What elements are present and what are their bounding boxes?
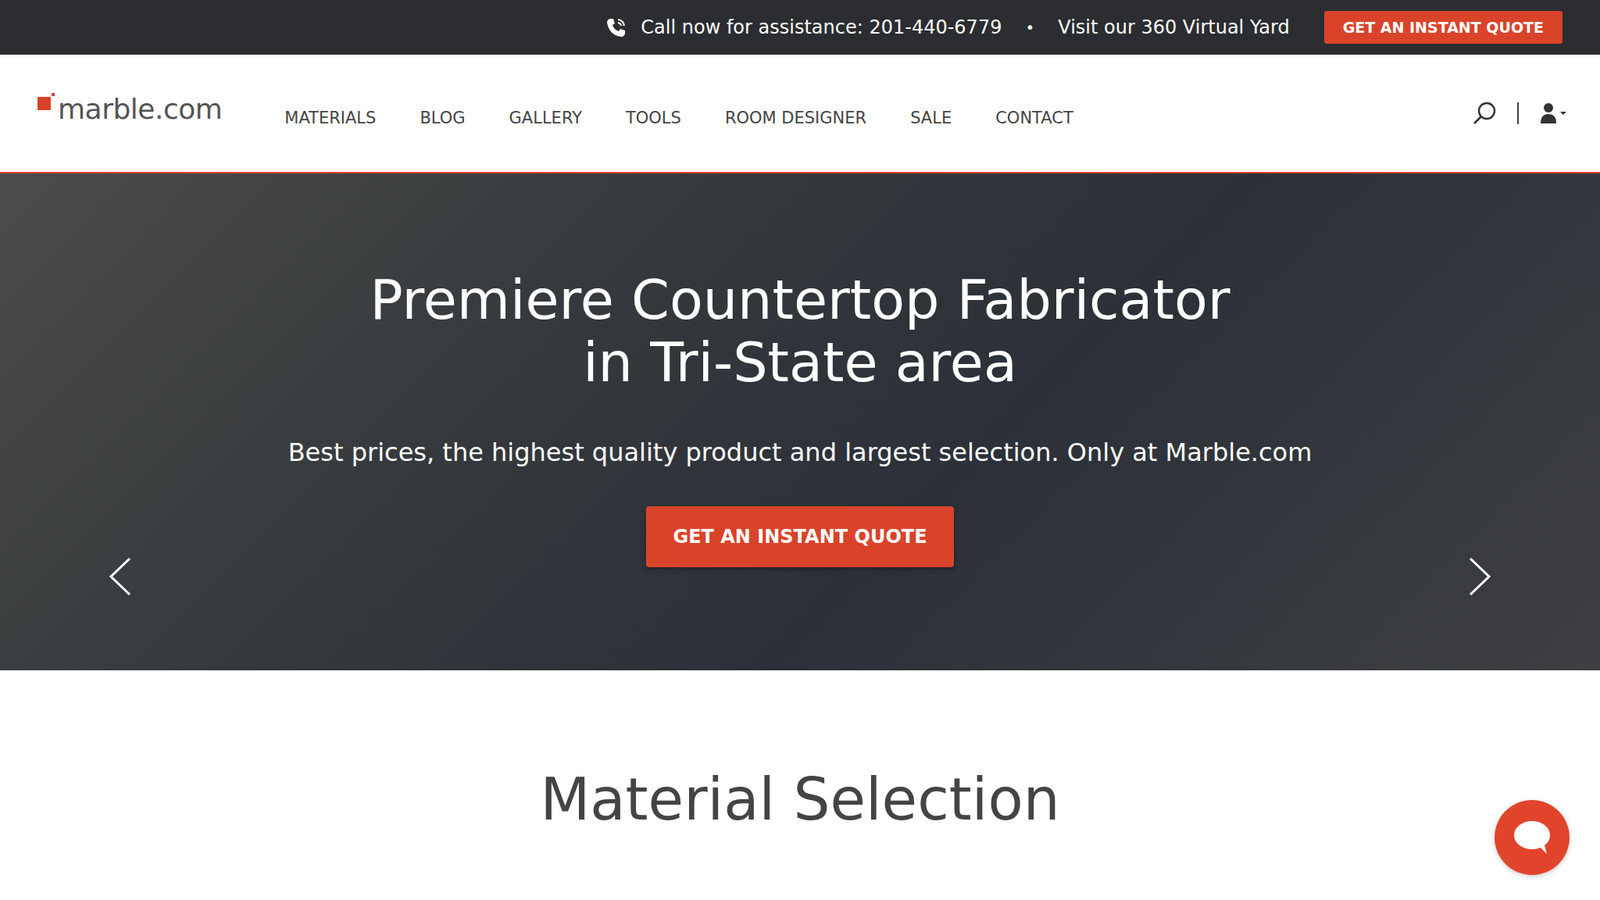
hero-quote-button[interactable]: GET AN INSTANT QUOTE <box>646 506 954 568</box>
top-bar: Call now for assistance: 201-440-6779 • Vi… <box>0 0 1600 55</box>
phone-link[interactable]: Call now for assistance: 201-440-6779 <box>604 15 1002 40</box>
nav-item[interactable]: BLOG <box>419 108 465 128</box>
chat-bubble-icon <box>1512 819 1552 856</box>
nav-item[interactable]: ROOM DESIGNER <box>725 108 867 128</box>
hero-banner: Premiere Countertop Fabricatorin Tri-Sta… <box>0 173 1600 671</box>
logo[interactable]: marble.com <box>37 92 222 125</box>
phone-icon <box>604 15 629 40</box>
chat-button[interactable] <box>1494 800 1570 875</box>
main-nav: marble.com MATERIALS BLOG GALLERY TOOLS ROOM … <box>0 54 1600 174</box>
hero-title-line: in Tri-State area <box>369 331 1230 394</box>
virtual-yard-link[interactable]: Visit our 360 Virtual Yard <box>1057 16 1290 39</box>
section-title: Material Selection <box>539 765 1060 833</box>
nav-item[interactable]: MATERIALS <box>284 108 376 128</box>
next-arrow-icon[interactable] <box>1467 556 1493 597</box>
user-icon[interactable] <box>1539 102 1568 125</box>
nav-item[interactable]: GALLERY <box>509 108 583 128</box>
nav-item[interactable]: TOOLS <box>625 108 682 128</box>
material-section: Material Selection <box>0 670 1600 833</box>
hero-title-line: Premiere Countertop Fabricator <box>369 268 1230 332</box>
logo-text: marble.com <box>57 92 222 125</box>
nav-item[interactable]: SALE <box>910 108 952 128</box>
nav-menu: MATERIALS BLOG GALLERY TOOLS ROOM DESIGNER SA… <box>284 108 1074 128</box>
prev-arrow-icon[interactable] <box>107 556 133 597</box>
quote-button[interactable]: GET AN INSTANT QUOTE <box>1324 10 1563 44</box>
divider <box>1517 102 1519 125</box>
hero-title: Premiere Countertop Fabricatorin Tri-Sta… <box>369 268 1230 394</box>
logo-mark-icon <box>37 92 55 111</box>
separator: • <box>1020 17 1040 37</box>
hero-subtitle: Best prices, the highest quality product… <box>288 437 1313 468</box>
phone-text: Call now for assistance: 201-440-6779 <box>640 16 1002 39</box>
search-icon[interactable] <box>1471 100 1497 126</box>
nav-item[interactable]: CONTACT <box>995 108 1074 128</box>
nav-tools <box>1471 100 1568 126</box>
